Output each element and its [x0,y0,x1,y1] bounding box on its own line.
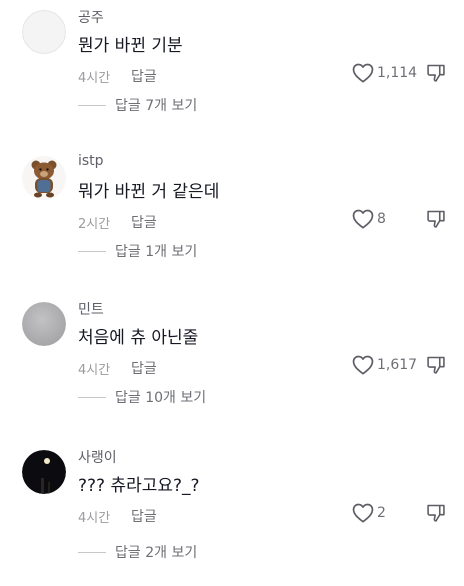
comment-time: 4시간 [78,363,111,378]
avatar[interactable] [22,302,66,346]
dislike-button[interactable] [425,352,447,378]
comment-text: ??? 츄라고요?_? [78,476,200,496]
heart-outline-icon [352,209,374,229]
avatar[interactable] [22,156,66,200]
dark-night-avatar-image [22,450,66,494]
avatar[interactable] [22,450,66,494]
reply-button[interactable]: 답글 [131,66,157,86]
comment-item: 공주 뭔가 바뀐 기분 4시간 답글 1,114 답글 7개 보기 [0,0,464,146]
heart-outline-icon [352,63,374,83]
replies-divider-line [78,396,106,398]
heart-outline-icon [352,355,374,375]
comment-username[interactable]: 사랭이 [78,447,117,467]
thumbs-down-outline-icon [427,356,445,374]
heart-outline-icon [352,503,374,523]
view-replies-button[interactable]: 답글 10개 보기 [78,387,206,407]
reply-button[interactable]: 답글 [131,506,157,526]
like-count: 8 [377,211,386,227]
teddy-bear-avatar-image [22,156,66,200]
replies-divider-line [78,551,106,553]
replies-divider-line [78,250,106,252]
like-count: 1,114 [377,65,418,81]
view-replies-label: 답글 2개 보기 [115,545,198,561]
comment-time: 4시간 [78,511,111,526]
dislike-button[interactable] [425,60,447,86]
comment-time: 2시간 [78,217,111,232]
view-replies-button[interactable]: 답글 1개 보기 [78,241,197,261]
reply-button[interactable]: 답글 [131,358,157,378]
dislike-button[interactable] [425,500,447,526]
reply-button[interactable]: 답글 [131,212,157,232]
comment-item: istp 뭐가 바뀐 거 같은데 2시간 답글 8 답글 1개 보기 [0,146,464,292]
comment-item: 사랭이 ??? 츄라고요?_? 4시간 답글 2 답글 2개 보기 [0,440,464,586]
view-replies-button[interactable]: 답글 7개 보기 [78,95,197,115]
gray-avatar-image [22,302,66,346]
view-replies-button[interactable]: 답글 2개 보기 [78,542,197,562]
comment-username[interactable]: istp [78,153,104,169]
comment-time: 4시간 [78,71,111,86]
replies-divider-line [78,104,106,106]
view-replies-label: 답글 10개 보기 [115,390,207,406]
thumbs-down-outline-icon [427,210,445,228]
comment-username[interactable]: 민트 [78,299,104,319]
comment-text: 뭐가 바뀐 거 같은데 [78,182,220,202]
like-button[interactable]: 1,114 [352,60,417,86]
like-count: 1,617 [377,357,418,373]
like-count: 2 [377,505,386,521]
thumbs-down-outline-icon [427,504,445,522]
like-button[interactable]: 8 [352,206,386,232]
blank-avatar-image [22,10,66,54]
comment-text: 처음에 츄 아닌줄 [78,328,199,348]
avatar[interactable] [22,10,66,54]
view-replies-label: 답글 1개 보기 [115,244,198,260]
comment-text: 뭔가 바뀐 기분 [78,36,183,56]
thumbs-down-outline-icon [427,64,445,82]
dislike-button[interactable] [425,206,447,232]
comment-username[interactable]: 공주 [78,7,104,27]
like-button[interactable]: 1,617 [352,352,417,378]
view-replies-label: 답글 7개 보기 [115,98,198,114]
like-button[interactable]: 2 [352,500,386,526]
comment-item: 민트 처음에 츄 아닌줄 4시간 답글 1,617 답글 10개 보기 [0,292,464,438]
